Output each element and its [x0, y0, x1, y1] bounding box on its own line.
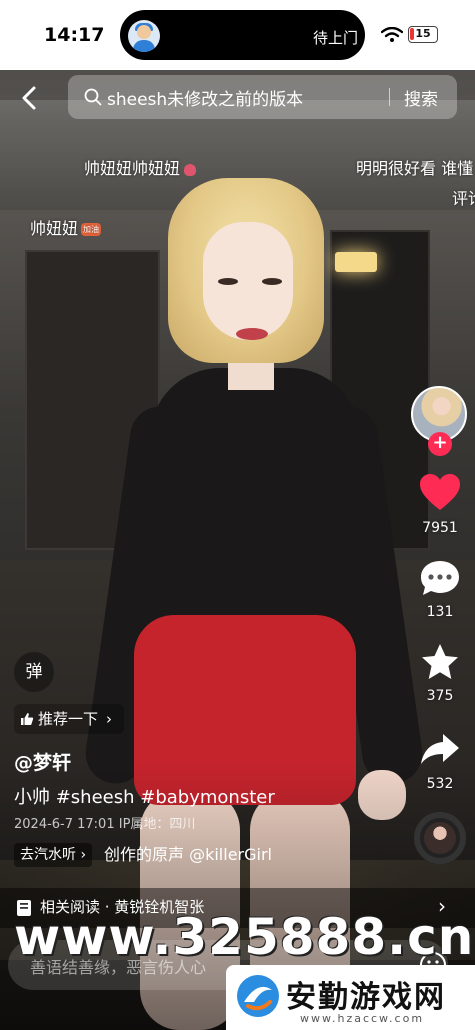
comment-icon[interactable]: [418, 558, 462, 598]
recommend-button[interactable]: 推荐一下 ›: [14, 704, 125, 734]
search-icon: [84, 88, 102, 106]
battery-icon: 15: [408, 26, 438, 43]
status-time: 14:17: [44, 24, 105, 46]
watermark-site-url: www.hzaccw.com: [300, 1012, 425, 1025]
danmaku-toggle-button[interactable]: 弹: [14, 652, 54, 692]
search-input[interactable]: sheesh未修改之前的版本: [107, 85, 303, 110]
share-arrow-icon[interactable]: [418, 728, 462, 768]
like-heart-icon[interactable]: [418, 472, 462, 512]
comment-count: 131: [426, 604, 454, 620]
search-button[interactable]: 搜索: [404, 85, 438, 110]
music-disc[interactable]: [414, 812, 466, 864]
favorite-count: 375: [426, 688, 454, 704]
follow-plus-button[interactable]: +: [428, 432, 452, 456]
battery-level: 15: [415, 27, 431, 40]
video-meta: 2024-6-7 17:01 IP属地：四川: [14, 817, 196, 832]
island-status-text[interactable]: 待上门: [313, 27, 358, 48]
wifi-icon: [381, 27, 403, 42]
thumbs-up-icon: [21, 713, 34, 725]
background-lamp: [335, 252, 377, 272]
danmaku-text: 帅妞妞: [30, 219, 79, 238]
level-badge: 加油: [81, 223, 102, 236]
watermark-url: www.325888.cn: [14, 908, 475, 966]
like-count: 7951: [422, 520, 458, 536]
danmaku-text: 帅妞妞帅妞妞: [84, 159, 181, 178]
danmaku-text: 评论: [452, 189, 475, 208]
back-arrow-icon[interactable]: [14, 82, 46, 114]
search-divider: [389, 88, 390, 106]
chevron-right-icon: ›: [106, 710, 113, 728]
person-lips: [236, 328, 268, 340]
danmaku-item[interactable]: 评论: [452, 185, 475, 209]
person-eye-right: [262, 278, 282, 285]
video-caption[interactable]: 小帅 #sheesh #babymonster: [14, 783, 275, 809]
music-tag-label: 去汽水听: [20, 847, 76, 863]
rose-icon: [184, 163, 197, 176]
favorite-star-icon[interactable]: [418, 642, 462, 682]
danmaku-item[interactable]: 明明很好看 谁懂: [356, 155, 473, 179]
music-platform-tag[interactable]: 去汽水听 ›: [14, 843, 93, 867]
island-avatar[interactable]: [128, 20, 160, 52]
danmaku-item[interactable]: 帅妞妞帅妞妞: [84, 155, 197, 179]
author-name[interactable]: @梦轩: [14, 748, 71, 775]
music-title[interactable]: 创作的原声 @killerGirl: [104, 843, 272, 867]
site-logo-icon: [237, 975, 279, 1017]
share-count: 532: [426, 776, 454, 792]
danmaku-item[interactable]: 帅妞妞 加油: [30, 215, 102, 239]
watermark-site-name: 安勤游戏网: [286, 980, 446, 1015]
status-bar: 14:17 待上门 15: [0, 0, 475, 70]
person-eye-left: [218, 278, 238, 285]
chevron-right-icon: ›: [80, 847, 87, 863]
recommend-label: 推荐一下: [38, 710, 99, 728]
danmaku-text: 明明很好看 谁懂: [356, 159, 474, 178]
